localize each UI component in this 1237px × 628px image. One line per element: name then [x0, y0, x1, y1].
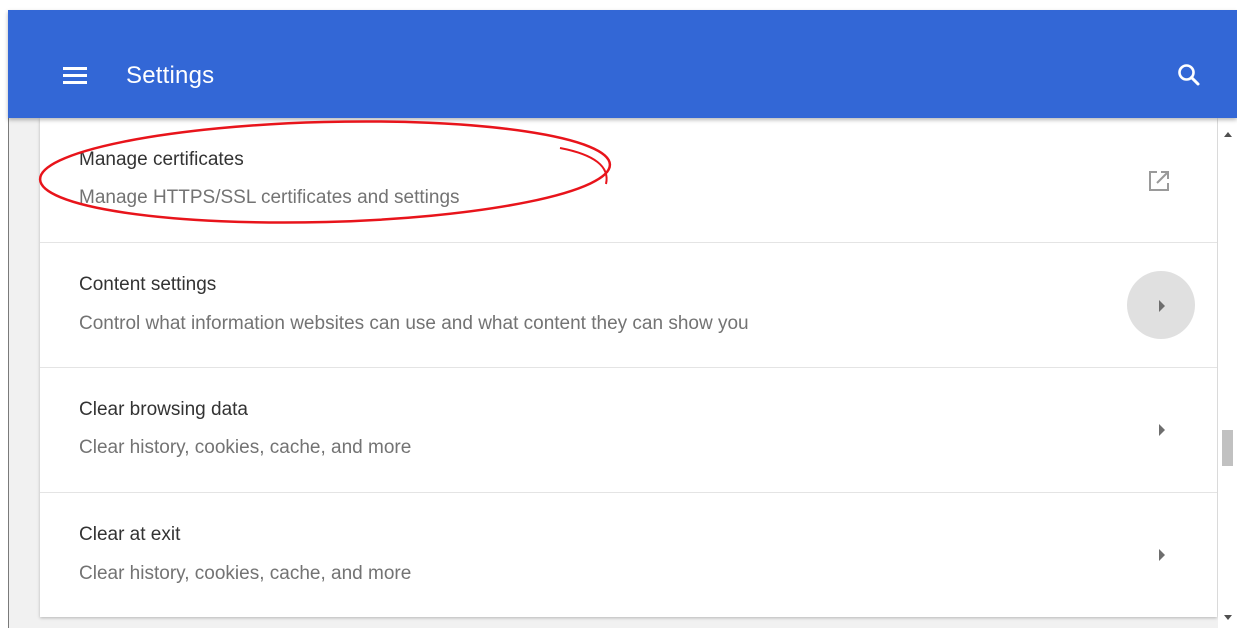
content-settings-row[interactable]: Content settings Control what informatio…: [40, 243, 1217, 368]
clear-at-exit-row[interactable]: Clear at exit Clear history, cookies, ca…: [40, 493, 1217, 617]
open-in-new-icon[interactable]: [1147, 169, 1171, 193]
search-icon[interactable]: [1176, 62, 1202, 88]
manage-certificates-row[interactable]: Manage certificates Manage HTTPS/SSL cer…: [40, 118, 1217, 243]
row-title: Clear at exit: [79, 524, 181, 545]
row-subtitle: Clear history, cookies, cache, and more: [79, 563, 412, 584]
hamburger-menu-icon[interactable]: [63, 67, 87, 87]
chevron-right-icon[interactable]: [1159, 549, 1165, 561]
page-title: Settings: [126, 62, 215, 89]
row-subtitle: Control what information websites can us…: [79, 313, 749, 334]
settings-card: Manage certificates Manage HTTPS/SSL cer…: [40, 118, 1217, 617]
scroll-up-arrow-icon[interactable]: [1224, 132, 1232, 137]
settings-header: Settings: [8, 10, 1237, 118]
row-title: Content settings: [79, 274, 217, 295]
row-title: Clear browsing data: [79, 399, 248, 420]
row-title: Manage certificates: [79, 149, 244, 170]
scrollbar-thumb[interactable]: [1222, 430, 1233, 466]
clear-browsing-data-row[interactable]: Clear browsing data Clear history, cooki…: [40, 368, 1217, 493]
vertical-scrollbar[interactable]: [1218, 118, 1237, 628]
browser-window: Settings Manage certificates Manage HTTP…: [0, 0, 1237, 628]
chevron-right-icon[interactable]: [1159, 424, 1165, 436]
row-subtitle: Manage HTTPS/SSL certificates and settin…: [79, 187, 460, 208]
row-subtitle: Clear history, cookies, cache, and more: [79, 437, 412, 458]
chevron-right-icon[interactable]: [1159, 300, 1165, 312]
scroll-down-arrow-icon[interactable]: [1224, 615, 1232, 620]
